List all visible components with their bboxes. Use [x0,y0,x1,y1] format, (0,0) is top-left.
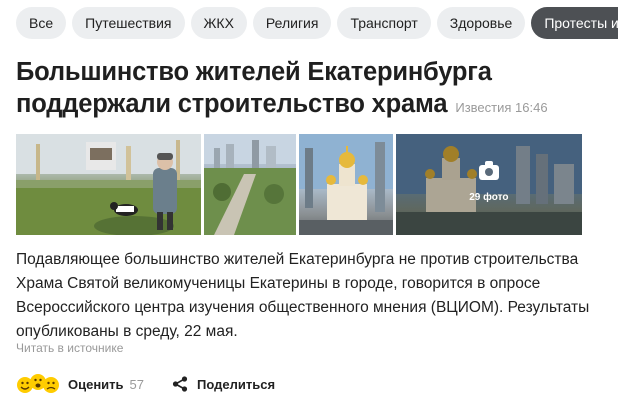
share-label: Поделиться [197,376,276,392]
article-actions: Оценить 57 Поделиться [16,372,275,396]
rate-button[interactable]: Оценить 57 [16,373,144,395]
rate-label: Оценить [68,376,124,392]
photo-2-illustration [204,134,296,235]
photo-3-illustration [299,134,393,235]
article-title[interactable]: Большинство жителей Екатеринбурга поддер… [16,58,492,118]
tab-all[interactable]: Все [16,7,67,39]
tab-travel[interactable]: Путешествия [72,7,185,39]
category-tabs: Все Путешествия ЖКХ Религия Транспорт Зд… [16,7,618,39]
share-button[interactable]: Поделиться [172,376,275,392]
tab-transport[interactable]: Транспорт [337,7,431,39]
photo-temple-render[interactable] [299,134,393,235]
photo-count-overlay: 29 фото [395,134,582,235]
camera-icon [478,160,499,180]
photo-woman-walking-dog[interactable] [16,134,202,235]
tab-religion[interactable]: Религия [252,7,332,39]
photo-temple-embankment[interactable]: 29 фото [395,134,582,235]
photo-count: 29 фото [469,191,509,203]
photo-1-illustration [16,134,202,235]
article-summary: Подавляющее большинство жителей Екатерин… [16,251,590,340]
tab-protests[interactable]: Протесты из-за [531,7,618,39]
tab-housing[interactable]: ЖКХ [190,7,247,39]
source-name[interactable]: Известия [455,100,511,115]
tab-health[interactable]: Здоровье [436,7,526,39]
share-icon [172,376,188,392]
photo-gallery: 29 фото [16,134,582,235]
photo-city-aerial[interactable] [204,134,296,235]
article-meta: Известия 16:46 [455,100,547,115]
reaction-smileys-icon [17,374,59,393]
rate-count: 57 [129,376,145,392]
publish-time: 16:46 [515,100,548,115]
article-heading: Большинство жителей Екатеринбурга поддер… [16,56,606,124]
read-in-source-link[interactable]: Читать в источнике [16,341,123,355]
